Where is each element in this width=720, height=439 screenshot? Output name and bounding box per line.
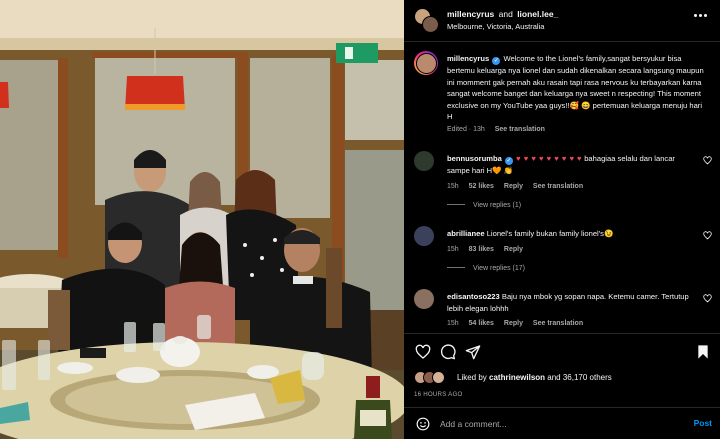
bookmark-icon[interactable]: [695, 344, 711, 360]
comment-body: bennusorumba ✓ ♥ ♥ ♥ ♥ ♥ ♥ ♥ ♥ ♥ bahagia…: [447, 153, 697, 192]
view-replies-link[interactable]: View replies (1): [447, 202, 521, 209]
avatar[interactable]: [414, 226, 434, 246]
avatar[interactable]: [414, 289, 434, 309]
comment-likes[interactable]: 54 likes: [469, 320, 494, 327]
caption-edited: Edited · 13h: [447, 125, 485, 133]
collab-avatars[interactable]: [414, 8, 440, 34]
post-comment-button[interactable]: Post: [694, 418, 712, 428]
heart-icon[interactable]: [415, 344, 431, 360]
avatar[interactable]: [414, 51, 438, 75]
comment-time: 15h: [447, 182, 459, 190]
header-user1-link[interactable]: millencyrus: [447, 9, 494, 19]
post-photo-image: [0, 0, 404, 439]
verified-badge-icon: ✓: [504, 157, 513, 165]
comment-body: abrillianee Lionel's family bukan family…: [447, 228, 697, 255]
comment-meta: 15h 52 likes Reply See translation: [447, 181, 697, 193]
comment-likes[interactable]: 83 likes: [469, 246, 494, 253]
comment-see-translation[interactable]: See translation: [533, 183, 583, 190]
comment-meta: 15h 54 likes Reply See translation: [447, 318, 697, 330]
reply-button[interactable]: Reply: [504, 320, 523, 327]
reply-button[interactable]: Reply: [504, 246, 523, 253]
emoji-icon[interactable]: [416, 417, 430, 431]
comment-meta: 15h 83 likes Reply: [447, 244, 697, 256]
comment-hearts: ♥ ♥ ♥ ♥ ♥ ♥ ♥ ♥ ♥: [516, 154, 583, 163]
likes-text[interactable]: Liked by cathrinewilson and 36,170 other…: [457, 373, 612, 382]
comment-time: 15h: [447, 320, 459, 328]
avatar[interactable]: [414, 151, 434, 171]
like-comment-heart-icon[interactable]: [703, 231, 712, 240]
more-icon[interactable]: [694, 14, 708, 18]
post-photo[interactable]: [0, 0, 404, 439]
comment-time: 15h: [447, 245, 459, 253]
comment-input[interactable]: [440, 417, 670, 431]
post-side-panel: millencyrus and lionel.lee_ Melbourne, V…: [404, 0, 720, 439]
post-header: millencyrus and lionel.lee_ Melbourne, V…: [404, 0, 720, 42]
like-comment-heart-icon[interactable]: [703, 156, 712, 165]
comment-likes[interactable]: 52 likes: [469, 183, 494, 190]
header-user2-link[interactable]: lionel.lee_: [517, 9, 558, 19]
comment-username[interactable]: abrillianee: [447, 229, 485, 238]
caption-text: Welcome to the Lionel's family,sangat be…: [447, 54, 704, 122]
avatar-user2: [422, 16, 439, 33]
comments-section[interactable]: millencyrus ✓ Welcome to the Lionel's fa…: [404, 43, 720, 333]
header-and: and: [498, 9, 513, 19]
comment-username[interactable]: bennusorumba: [447, 154, 502, 163]
comment-username[interactable]: edisantoso223: [447, 292, 500, 301]
comment-body: edisantoso223 Baju nya mbok yg sopan nap…: [447, 291, 697, 330]
likes-user-link[interactable]: cathrinewilson: [489, 373, 545, 382]
reply-button[interactable]: Reply: [504, 183, 523, 190]
header-usernames: millencyrus and lionel.lee_: [447, 9, 558, 19]
share-icon[interactable]: [465, 344, 481, 360]
caption-body: millencyrus ✓ Welcome to the Lionel's fa…: [447, 53, 705, 136]
comment-text: Lionel's family bukan family lionel's😉: [486, 229, 614, 238]
caption-meta: Edited · 13h See translation: [447, 124, 705, 136]
like-comment-heart-icon[interactable]: [703, 294, 712, 303]
comment-composer: Post: [404, 407, 720, 439]
view-replies-link[interactable]: View replies (17): [447, 265, 525, 272]
caption-see-translation[interactable]: See translation: [495, 126, 545, 133]
verified-badge-icon: ✓: [492, 57, 501, 65]
avatar: [432, 371, 445, 384]
likes-suffix[interactable]: and 36,170 others: [547, 373, 612, 382]
location-link[interactable]: Melbourne, Victoria, Australia: [447, 22, 544, 31]
post-timestamp[interactable]: 16 HOURS AGO: [414, 391, 462, 398]
caption-username[interactable]: millencyrus: [447, 54, 489, 63]
comment-see-translation[interactable]: See translation: [533, 320, 583, 327]
likes-prefix: Liked by: [457, 373, 487, 382]
comment-icon[interactable]: [440, 344, 456, 360]
